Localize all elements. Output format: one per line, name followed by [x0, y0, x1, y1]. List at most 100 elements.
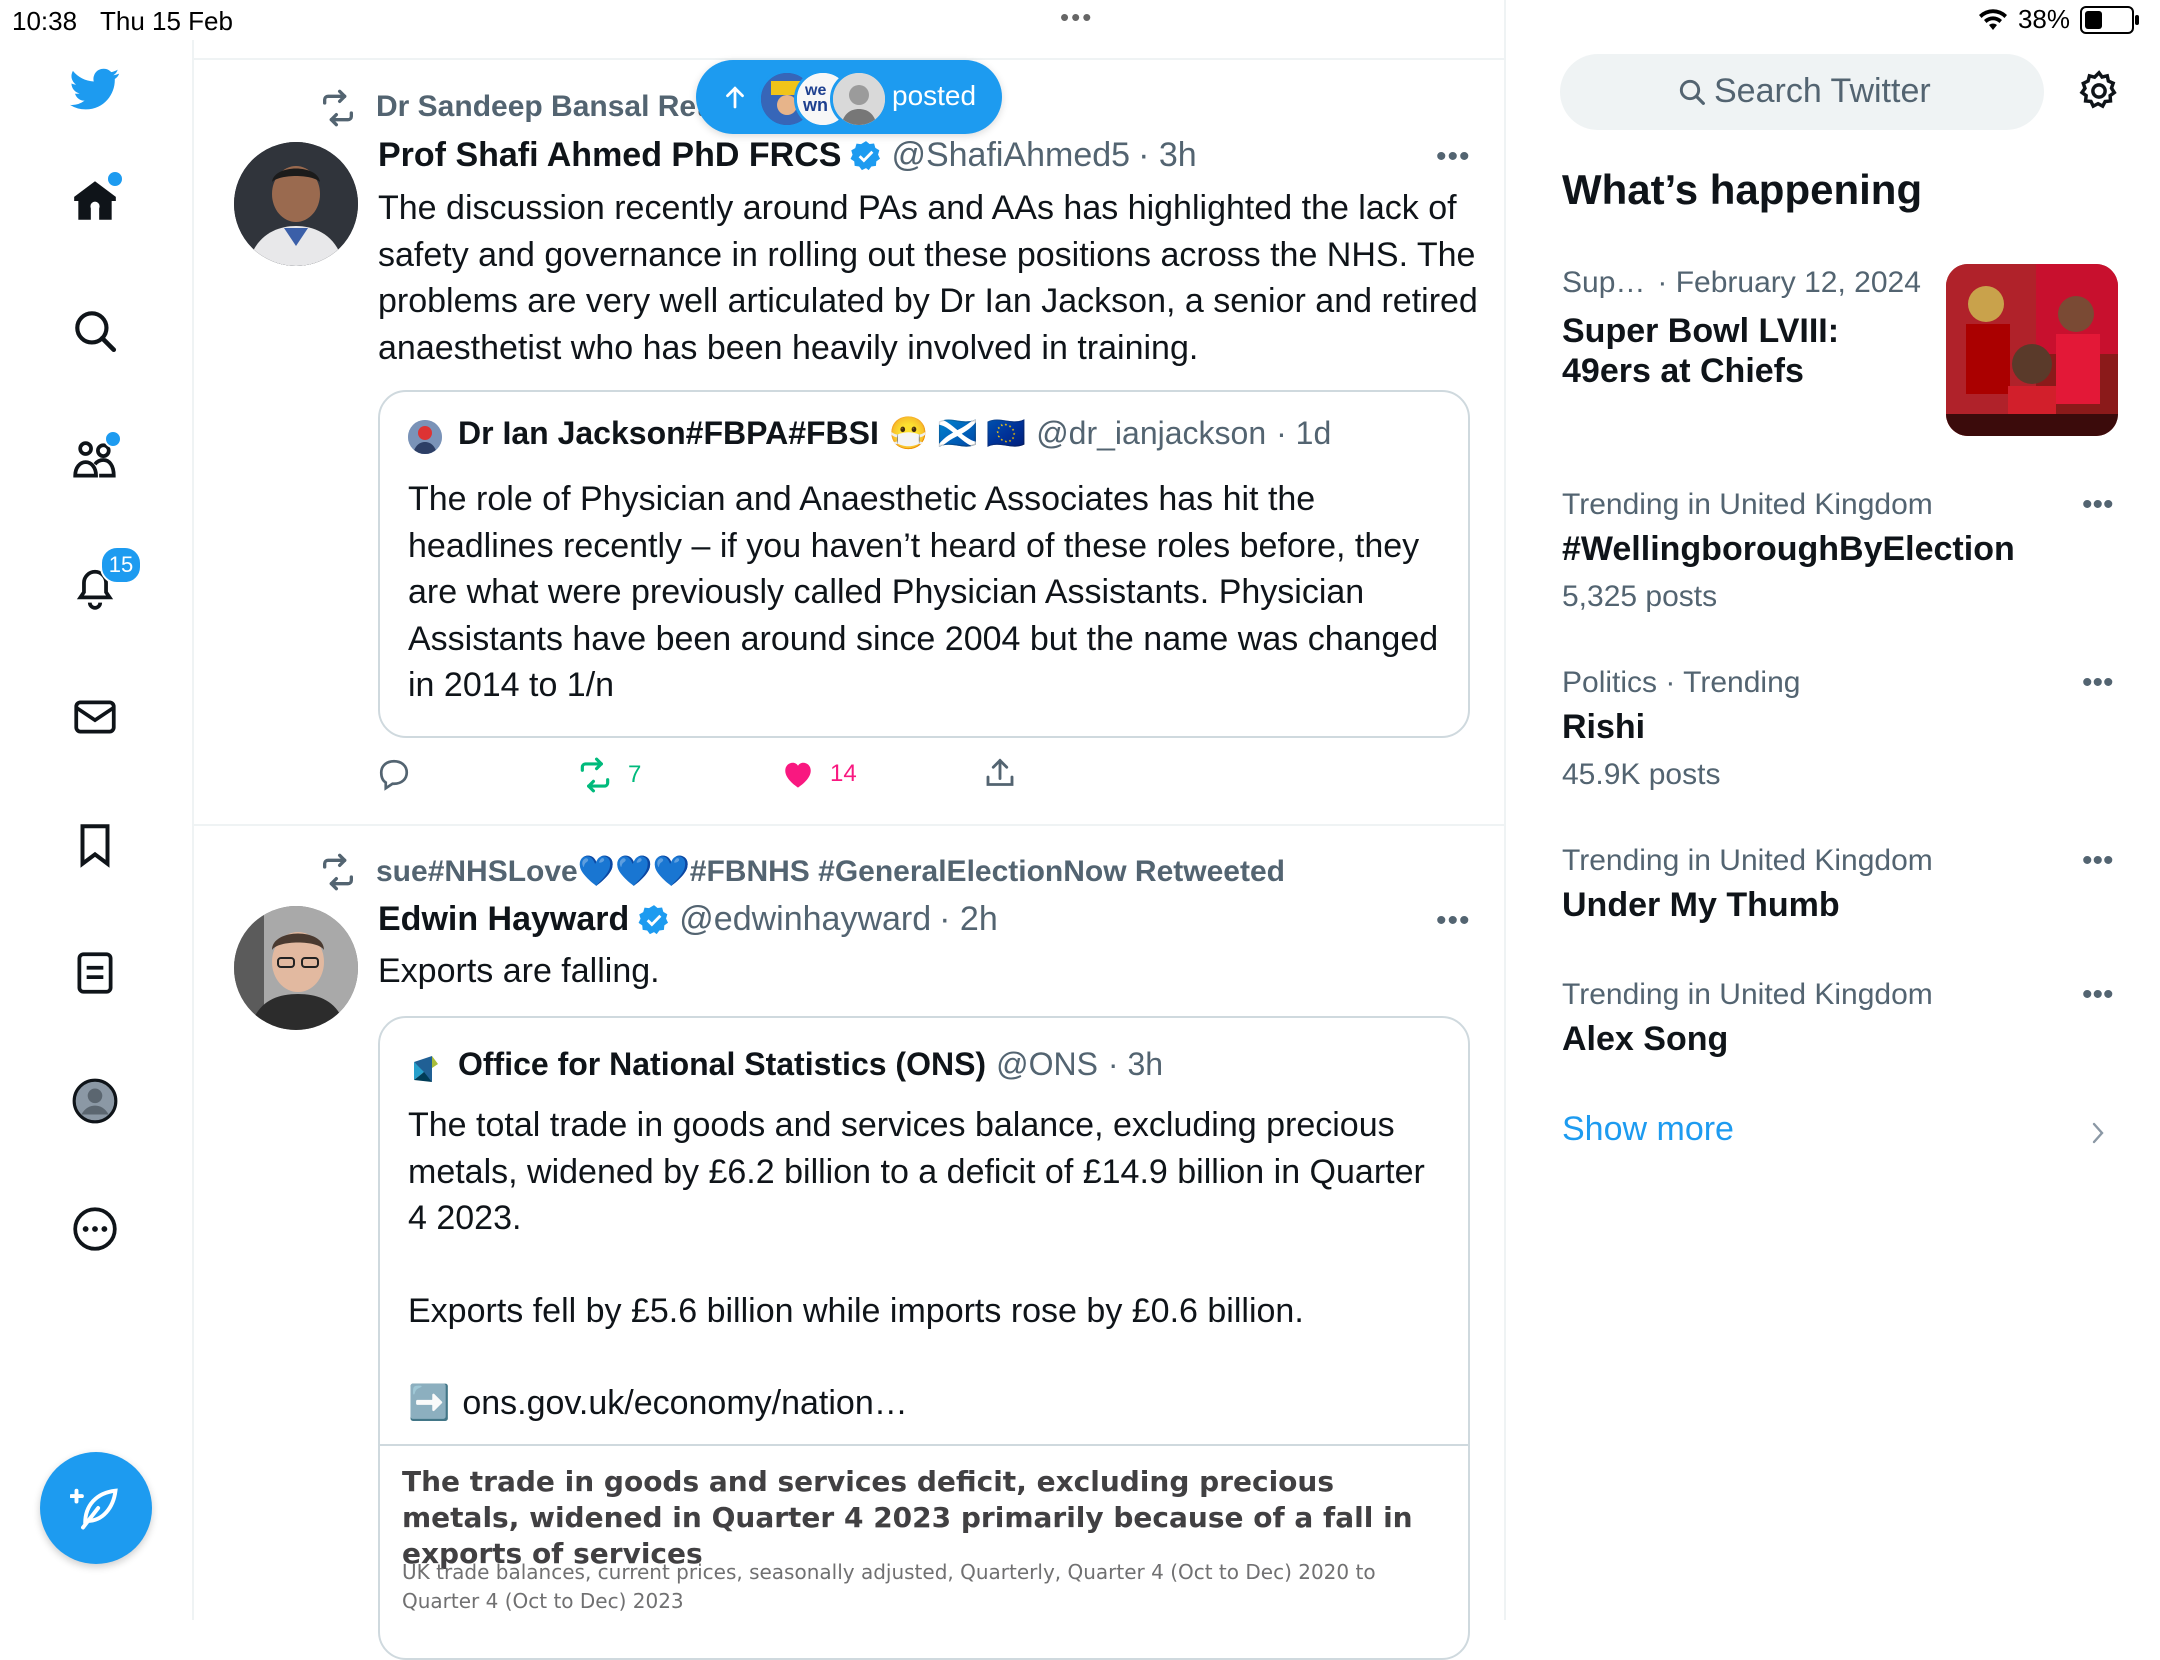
avatar[interactable] [234, 142, 358, 266]
pill-avatar [830, 70, 888, 128]
chevron-right-icon[interactable] [2086, 1118, 2110, 1148]
quoted-tweet[interactable]: Dr Ian Jackson#FBPA#FBSI 😷 🏴󠁧󠁢󠁳󠁣󠁴󠁿 🇪🇺 @d… [378, 390, 1470, 738]
quote-header: Dr Ian Jackson#FBPA#FBSI 😷 🏴󠁧󠁢󠁳󠁣󠁴󠁿 🇪🇺 @d… [458, 414, 1331, 452]
status-indicators: 38% [1978, 4, 2139, 35]
search-box[interactable]: Search Twitter [1560, 54, 2044, 130]
featured-title-line-1: Super Bowl LVIII: [1562, 312, 1840, 350]
quote-text: The role of Physician and Anaesthetic As… [408, 480, 1439, 704]
avatar[interactable] [234, 906, 358, 1030]
quote-time: · 3h [1107, 1046, 1164, 1082]
tweet-text: Exports are falling. [378, 952, 660, 990]
retweeted-by-label[interactable]: Dr Sandeep Bansal Ret [376, 90, 706, 124]
trend-title: Alex Song [1562, 1020, 1729, 1058]
chart-card-subtitle: UK trade balances, current prices, seaso… [402, 1560, 1376, 1613]
arrow-right-emoji-icon: ➡️ [408, 1384, 451, 1422]
more-circle-icon[interactable] [70, 1204, 120, 1254]
lists-icon[interactable] [70, 948, 120, 998]
search-icon [1679, 79, 1705, 105]
verified-badge-icon [850, 140, 881, 170]
wifi-icon [1978, 8, 2007, 30]
retweet-icon [323, 89, 353, 127]
author-name[interactable]: Edwin Hayward [378, 900, 629, 939]
tweet-more-icon[interactable]: ••• [1436, 140, 1471, 174]
trend-title: Under My Thumb [1562, 886, 1840, 924]
new-posts-pill[interactable]: we wn posted [696, 60, 1002, 134]
trend-count: 5,325 posts [1562, 580, 1718, 613]
compose-tweet-button[interactable] [40, 1452, 152, 1564]
messages-envelope-icon[interactable] [70, 692, 120, 742]
heart-filled-icon [785, 762, 811, 788]
trend-more-icon[interactable]: ••• [2082, 844, 2114, 878]
trend-more-icon[interactable]: ••• [2082, 488, 2114, 522]
quote-text-paragraph-2: Exports fell by £5.6 billion while impor… [408, 1292, 1304, 1330]
quote-link[interactable]: ons.gov.uk/economy/nation… [462, 1380, 907, 1427]
quote-time: · 1d [1276, 414, 1332, 451]
battery-percent: 38% [2017, 4, 2070, 34]
like-count: 14 [830, 760, 857, 787]
tweet-header: Edwin Hayward @edwinhayward · 2h [378, 900, 998, 939]
trend-meta: Trending in United Kingdom [1562, 488, 1933, 521]
quote-author-emoji: 😷 🏴󠁧󠁢󠁳󠁣󠁴󠁿 🇪🇺 [888, 415, 1027, 451]
retweet-count: 7 [628, 761, 642, 788]
whats-happening-heading: What’s happening [1562, 166, 1923, 213]
status-time: 10:38 [12, 6, 78, 36]
trend-title: Rishi [1562, 708, 1646, 746]
notifications-bell-icon[interactable]: 15 [70, 546, 142, 612]
retweeted-by-label[interactable]: sue#NHSLove💙💙💙#FBNHS #GeneralElectionNow… [376, 854, 1285, 889]
search-input[interactable]: Search Twitter [1714, 72, 1931, 111]
tweet-divider [192, 824, 1504, 826]
ons-logo-icon [410, 1054, 440, 1084]
like-button[interactable]: 14 [780, 756, 857, 792]
trend-more-icon[interactable]: ••• [2082, 666, 2114, 700]
home-icon[interactable] [70, 170, 124, 226]
quote-author-handle: @dr_ianjackson [1036, 414, 1267, 451]
chart-card-title: The trade in goods and services deficit,… [402, 1465, 1413, 1570]
retweet-button[interactable]: 7 [576, 756, 641, 794]
featured-category: Sup… [1562, 266, 1646, 299]
featured-date: · February 12, 2024 [1657, 266, 1921, 299]
quoted-tweet[interactable]: Office for National Statistics (ONS) @ON… [378, 1016, 1470, 1660]
twitter-bird-icon[interactable] [70, 64, 120, 114]
quote-avatar [408, 420, 442, 454]
bookmark-icon[interactable] [70, 820, 120, 870]
gear-icon[interactable] [2076, 68, 2122, 114]
trend-count: 45.9K posts [1562, 758, 1721, 791]
trend-more-icon[interactable]: ••• [2082, 978, 2114, 1012]
tweet-time[interactable]: · 2h [939, 900, 998, 939]
trend-meta: Trending in United Kingdom [1562, 978, 1933, 1011]
author-handle[interactable]: @ShafiAhmed5 [891, 136, 1130, 175]
left-navigation: 15 [0, 40, 194, 1620]
communities-icon[interactable] [70, 430, 122, 484]
profile-avatar-icon[interactable] [70, 1076, 120, 1126]
tweet-time[interactable]: · 3h [1138, 136, 1197, 175]
show-more-link[interactable]: Show more [1562, 1110, 1734, 1149]
trend-meta: Trending in United Kingdom [1562, 844, 1933, 877]
posted-label: posted [892, 80, 977, 111]
featured-meta: Sup… · February 12, 2024 [1562, 266, 1921, 300]
tweet-actions: 7 14 [376, 756, 1416, 796]
trend-meta: Politics · Trending [1562, 666, 1801, 699]
notifications-count-badge: 15 [100, 546, 142, 584]
author-handle[interactable]: @edwinhayward [679, 900, 931, 939]
tweet-more-icon[interactable]: ••• [1436, 904, 1471, 938]
quote-text-paragraph-1: The total trade in goods and services ba… [408, 1106, 1425, 1237]
featured-title-line-2: 49ers at Chiefs [1562, 352, 1804, 390]
quote-header: Office for National Statistics (ONS) @ON… [458, 1046, 1163, 1083]
tweet-header: Prof Shafi Ahmed PhD FRCS @ShafiAhmed5 ·… [378, 136, 1197, 175]
arrow-up-icon [726, 86, 744, 109]
quote-author-name: Office for National Statistics (ONS) [458, 1046, 987, 1082]
compose-feather-icon [70, 1488, 118, 1530]
share-icon [986, 758, 1014, 786]
retweet-icon [580, 757, 610, 793]
quote-link-line: ➡️ ons.gov.uk/economy/nation… [408, 1380, 1428, 1427]
share-button[interactable] [982, 756, 1032, 792]
retweet-icon [323, 853, 353, 891]
communities-new-dot [104, 430, 122, 448]
reply-button[interactable] [376, 756, 426, 792]
battery-level [2085, 10, 2102, 29]
author-name[interactable]: Prof Shafi Ahmed PhD FRCS [378, 136, 841, 175]
reply-icon [379, 759, 409, 791]
battery-icon [2080, 5, 2139, 34]
featured-image[interactable] [1946, 264, 2118, 436]
search-icon[interactable] [70, 306, 120, 356]
